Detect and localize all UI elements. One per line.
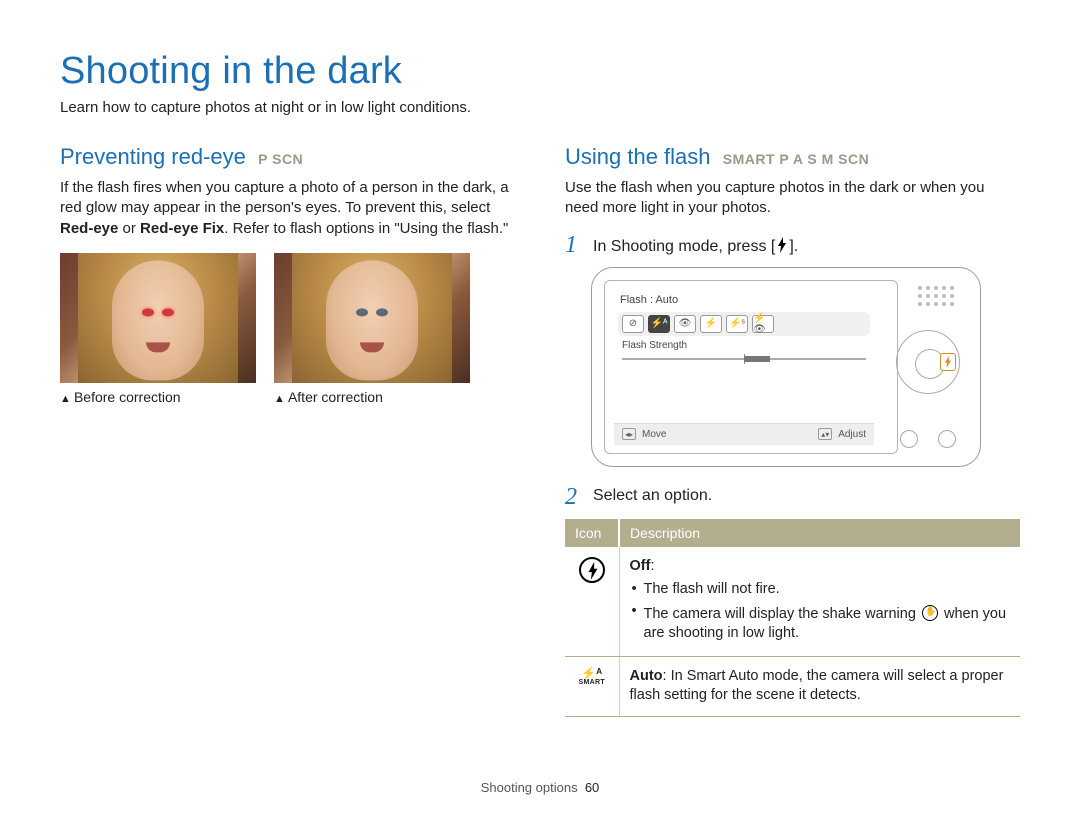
page-footer: Shooting options 60 bbox=[0, 780, 1080, 795]
col-icon: Icon bbox=[565, 519, 619, 547]
flash-opt-off-icon: ⊘ bbox=[622, 315, 644, 333]
col-description: Description bbox=[619, 519, 1020, 547]
caption-before: Before correction bbox=[60, 389, 256, 405]
redeye-body: If the flash fires when you capture a ph… bbox=[60, 178, 515, 239]
photo-before bbox=[60, 253, 256, 383]
flash-opt-slow-icon: ⚡ˢ bbox=[726, 315, 748, 333]
nav-updown-icon: ▴▾ bbox=[818, 428, 832, 440]
lcd-adjust-label: Adjust bbox=[838, 429, 866, 440]
table-row: Off: The flash will not fire. The camera… bbox=[565, 547, 1020, 657]
flash-options-table: Icon Description Off: The flash will not… bbox=[565, 519, 1020, 717]
redeye-heading: Preventing red-eye P SCN bbox=[60, 144, 515, 170]
bullet-shake: The camera will display the shake warnin… bbox=[630, 602, 1011, 644]
camera-illustration: Flash : Auto ⊘ ⚡ᴬ 👁 ⚡ ⚡ˢ ⚡👁 Flash Streng… bbox=[591, 267, 981, 467]
lcd-icon-bar: ⊘ ⚡ᴬ 👁 ⚡ ⚡ˢ ⚡👁 bbox=[618, 312, 870, 336]
step-1: 1 In Shooting mode, press []. bbox=[565, 233, 1020, 257]
dpad-flash-button-highlight bbox=[940, 353, 956, 371]
page-subtitle: Learn how to capture photos at night or … bbox=[60, 99, 1020, 116]
lcd-move-label: Move bbox=[642, 429, 666, 440]
photo-after bbox=[274, 253, 470, 383]
flash-body: Use the flash when you capture photos in… bbox=[565, 178, 1020, 219]
page-title: Shooting in the dark bbox=[60, 50, 1020, 93]
left-column: Preventing red-eye P SCN If the flash fi… bbox=[60, 144, 515, 717]
speaker-grille bbox=[918, 286, 958, 306]
lcd-strength-slider bbox=[622, 354, 866, 364]
camera-button-left bbox=[900, 430, 918, 448]
flash-opt-redeye-icon: 👁 bbox=[674, 315, 696, 333]
auto-smart-icon: ⚡ᴬSMART bbox=[575, 667, 609, 686]
camera-dpad bbox=[896, 330, 960, 394]
camera-lcd: Flash : Auto ⊘ ⚡ᴬ 👁 ⚡ ⚡ˢ ⚡👁 Flash Streng… bbox=[614, 290, 874, 445]
flash-heading: Using the flash SMART P A S M SCN bbox=[565, 144, 1020, 170]
flash-opt-auto-icon: ⚡ᴬ bbox=[648, 315, 670, 333]
lcd-strength-label: Flash Strength bbox=[614, 340, 874, 351]
nav-arrows-icon: ◂▸ bbox=[622, 428, 636, 440]
camera-button-right bbox=[938, 430, 956, 448]
lcd-flash-mode: Flash : Auto bbox=[614, 290, 874, 310]
flash-off-icon bbox=[579, 557, 605, 583]
flash-opt-fill-icon: ⚡ bbox=[700, 315, 722, 333]
flash-icon bbox=[775, 237, 789, 253]
flash-opt-redeyefix-icon: ⚡👁 bbox=[752, 315, 774, 333]
right-column: Using the flash SMART P A S M SCN Use th… bbox=[565, 144, 1020, 717]
step-2: 2 Select an option. bbox=[565, 485, 1020, 509]
flash-modes: SMART P A S M SCN bbox=[723, 151, 869, 167]
redeye-modes: P SCN bbox=[258, 151, 303, 167]
table-row: ⚡ᴬSMART Auto: In Smart Auto mode, the ca… bbox=[565, 656, 1020, 716]
caption-after: After correction bbox=[274, 389, 470, 405]
shake-warning-icon bbox=[922, 605, 938, 621]
